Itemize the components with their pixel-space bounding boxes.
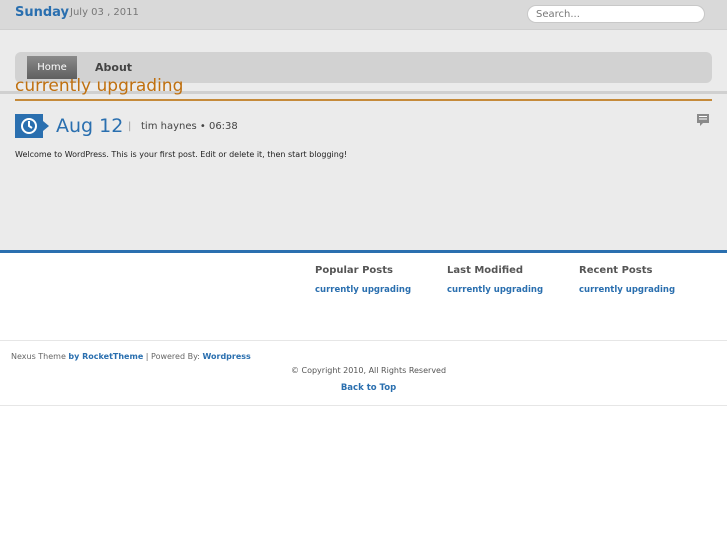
credit-prefix: Nexus Theme bbox=[11, 352, 69, 361]
popular-posts-link[interactable]: currently upgrading bbox=[315, 285, 411, 295]
meta-separator: | bbox=[128, 121, 132, 132]
main-content: Home About bbox=[0, 30, 727, 250]
recent-posts-heading: Recent Posts bbox=[579, 265, 653, 276]
footer-divider bbox=[0, 250, 727, 253]
footer-rule bbox=[0, 340, 727, 341]
last-modified-heading: Last Modified bbox=[447, 265, 524, 276]
post-title[interactable]: currently upgrading bbox=[15, 76, 183, 96]
copyright: © Copyright 2010, All Rights Reserved bbox=[290, 366, 447, 375]
clock-icon bbox=[15, 114, 49, 138]
post-body: Welcome to WordPress. This is your first… bbox=[15, 150, 348, 159]
recent-posts-link[interactable]: currently upgrading bbox=[579, 285, 675, 295]
header-date: July 03 , 2011 bbox=[70, 7, 139, 18]
title-divider bbox=[15, 99, 712, 101]
footer-bottom-rule bbox=[0, 405, 727, 406]
popular-posts-heading: Popular Posts bbox=[315, 265, 393, 276]
comment-icon[interactable] bbox=[696, 112, 710, 131]
rockettheme-link[interactable]: by RocketTheme bbox=[68, 352, 143, 361]
back-to-top-link[interactable]: Back to Top bbox=[0, 383, 727, 393]
search-input[interactable] bbox=[527, 5, 705, 23]
theme-credit: Nexus Theme by RocketTheme | Powered By:… bbox=[11, 352, 251, 361]
top-header: Sunday July 03 , 2011 bbox=[0, 0, 727, 30]
last-modified-link[interactable]: currently upgrading bbox=[447, 285, 543, 295]
wordpress-link[interactable]: Wordpress bbox=[202, 352, 250, 361]
post-date: Aug 12 bbox=[56, 115, 124, 137]
credit-middle: | Powered By: bbox=[143, 352, 203, 361]
post-author-time: tim haynes • 06:38 bbox=[141, 121, 238, 132]
header-day: Sunday bbox=[15, 5, 70, 20]
